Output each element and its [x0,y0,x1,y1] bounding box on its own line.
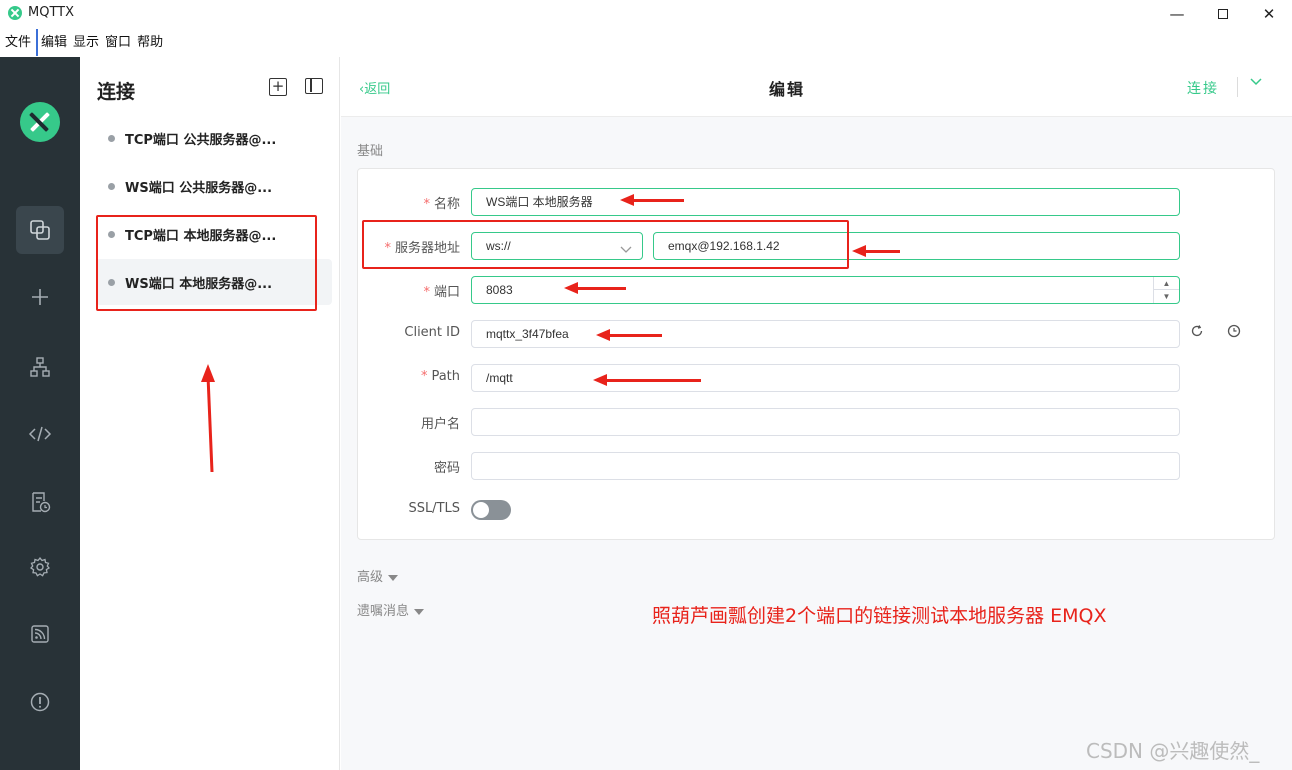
annotation-box-connections [96,215,317,311]
clock-icon[interactable] [1227,324,1241,342]
section-basic-label: 基础 [357,144,384,159]
app-title: MQTTX [28,5,75,20]
ssl-label: SSL/TLS [408,501,460,516]
username-label: 用户名 [420,417,460,432]
status-dot [108,134,115,142]
about-icon[interactable] [16,678,64,726]
path-label: * Path [420,369,460,384]
menu-file[interactable]: 文件 [0,29,39,56]
annotation-arrow-up [201,364,215,473]
menu-edit[interactable]: 编辑 [38,29,70,56]
add-connection-button[interactable]: + [269,78,287,96]
connection-name: WS端口 公共服务器@... [125,180,273,196]
subscribe-icon[interactable] [16,610,64,658]
settings-icon[interactable] [16,543,64,591]
annotation-note: 照葫芦画瓢创建2个端口的链接测试本地服务器 EMQX [652,605,1107,627]
back-button[interactable]: ‹返回 [359,78,390,97]
close-button[interactable]: ✕ [1246,0,1292,28]
decrement-icon[interactable]: ▼ [1154,290,1179,303]
name-input[interactable]: WS端口 本地服务器 [471,188,1180,216]
menu-bar: 文件 编辑 显示 窗口 帮助 [0,29,1292,56]
annotation-box-host [362,220,849,269]
caret-down-icon [388,574,399,581]
topology-icon[interactable] [16,343,64,391]
ssl-toggle[interactable] [471,500,511,520]
connection-item[interactable]: WS端口 公共服务器@... [96,163,332,209]
caret-down-icon [414,608,425,615]
chevron-down-icon[interactable] [1250,75,1262,90]
status-dot [108,182,115,190]
connection-name: TCP端口 公共服务器@... [125,132,277,148]
will-message-section-toggle[interactable]: 遗嘱消息 [357,600,425,619]
toggle-layout-icon[interactable] [305,78,323,94]
username-input[interactable] [471,408,1180,436]
port-stepper[interactable]: ▲ ▼ [1153,277,1179,303]
maximize-icon [1218,9,1228,19]
increment-icon[interactable]: ▲ [1154,277,1179,290]
password-label: 密码 [433,461,460,476]
name-label: * 名称 [423,197,460,212]
back-label: 返回 [364,82,391,97]
sidebar [0,57,80,770]
connect-button[interactable]: 连接 [1187,78,1219,98]
password-input[interactable] [471,452,1180,480]
connections-icon[interactable] [16,206,64,254]
port-label: * 端口 [423,285,460,300]
advanced-section-toggle[interactable]: 高级 [357,566,399,585]
connection-list-title: 连接 [97,81,136,103]
menu-view[interactable]: 显示 [70,29,102,56]
title-bar: MQTTX — ✕ [0,0,1292,28]
client-id-label: Client ID [404,325,460,340]
script-icon[interactable] [16,410,64,458]
client-id-input[interactable]: mqttx_3f47bfea [471,320,1180,348]
log-icon[interactable] [16,478,64,526]
page-title: 编辑 [769,80,806,99]
maximize-button[interactable] [1200,0,1246,28]
connection-item[interactable]: TCP端口 公共服务器@... [96,115,332,161]
watermark: CSDN @兴趣使然_ [1086,739,1260,763]
refresh-icon[interactable] [1190,324,1204,342]
main-panel: ‹返回 编辑 连接 基础 * 名称 WS端口 本地服务器 * 服务器地址 ws://… [341,57,1292,770]
mqttx-logo-icon [20,102,60,142]
app-logo-icon [8,6,22,20]
plus-icon[interactable] [16,273,64,321]
toggle-knob [473,502,489,518]
menu-help[interactable]: 帮助 [134,29,166,56]
main-header: ‹返回 编辑 连接 [341,57,1292,117]
header-divider [1237,77,1238,97]
minimize-button[interactable]: — [1154,0,1200,28]
path-input[interactable]: /mqtt [471,364,1180,392]
menu-window[interactable]: 窗口 [102,29,134,56]
